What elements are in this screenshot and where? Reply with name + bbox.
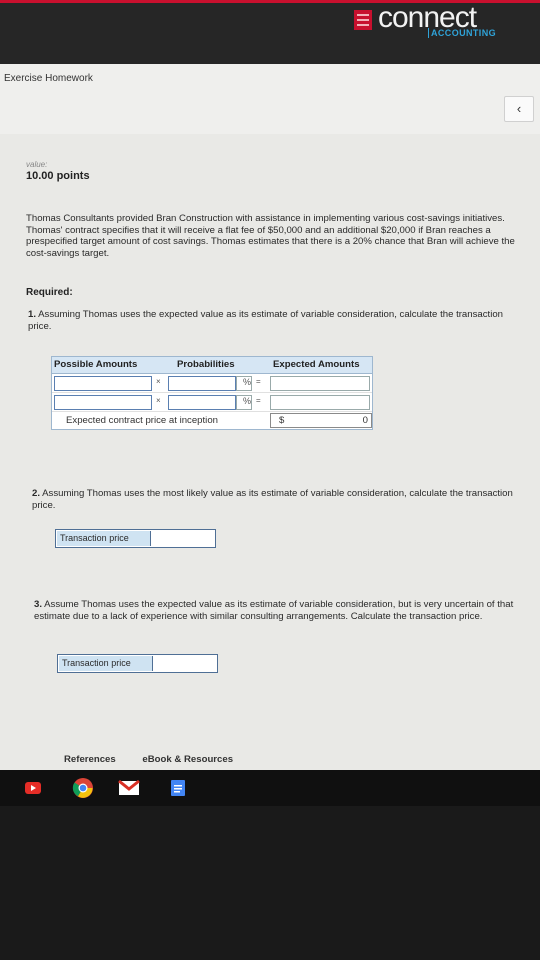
- chrome-icon[interactable]: [72, 777, 94, 799]
- gmail-icon[interactable]: [118, 779, 140, 797]
- youtube-icon[interactable]: [24, 779, 42, 797]
- transaction-price-row-2: Transaction price: [55, 529, 216, 548]
- problem-text: Thomas Consultants provided Bran Constru…: [26, 213, 515, 259]
- top-bar: connect ACCOUNTING: [0, 0, 540, 64]
- previous-question-button[interactable]: ‹: [504, 96, 534, 122]
- total-row: Expected contract price at inception $ 0: [52, 412, 372, 429]
- assignment-screen: Exercise Homework ‹ value: 10.00 points …: [0, 64, 540, 770]
- possible-amount-input[interactable]: [54, 395, 152, 410]
- exercise-header: Exercise Homework ‹: [0, 64, 540, 134]
- mcgraw-hill-icon: [354, 10, 372, 30]
- value-label: value:: [26, 160, 48, 169]
- chevron-left-icon: ‹: [516, 101, 522, 116]
- question-text: Assuming Thomas uses the most likely val…: [32, 488, 513, 511]
- expected-amount-field: [270, 395, 370, 410]
- table-row: × % =: [52, 393, 372, 412]
- monitor-bezel: [0, 806, 540, 960]
- transaction-price-input[interactable]: [153, 656, 215, 670]
- header-expected-amounts: Expected Amounts: [273, 359, 360, 370]
- question-3: 3. Assume Thomas uses the expected value…: [34, 599, 514, 622]
- question-2: 2. Assuming Thomas uses the most likely …: [32, 488, 522, 511]
- times-sign: ×: [156, 377, 161, 386]
- expected-value-table: Possible Amounts Probabilities Expected …: [51, 356, 373, 430]
- total-value: 0: [362, 415, 368, 426]
- transaction-price-label: Transaction price: [59, 656, 153, 671]
- page-title: Exercise Homework: [4, 73, 93, 84]
- points-value: 10.00 points: [26, 170, 90, 182]
- header-probabilities: Probabilities: [177, 359, 235, 370]
- question-number: 1.: [28, 309, 37, 320]
- question-text: Assume Thomas uses the expected value as…: [34, 599, 514, 622]
- logo-subtitle: ACCOUNTING: [428, 28, 496, 38]
- transaction-price-label: Transaction price: [57, 531, 151, 546]
- question-number: 3.: [34, 599, 43, 610]
- times-sign: ×: [156, 396, 161, 405]
- references-tab[interactable]: References: [64, 754, 116, 765]
- question-1: 1. Assuming Thomas uses the expected val…: [28, 309, 518, 332]
- table-header: Possible Amounts Probabilities Expected …: [52, 357, 372, 374]
- question-text: Assuming Thomas uses the expected value …: [28, 309, 503, 332]
- percent-sign: %: [236, 376, 252, 391]
- taskbar: [0, 770, 540, 806]
- probability-input[interactable]: [168, 376, 236, 391]
- table-row: × % =: [52, 374, 372, 393]
- ebook-resources-tab[interactable]: eBook & Resources: [142, 754, 233, 765]
- possible-amount-input[interactable]: [54, 376, 152, 391]
- resource-tabs: References eBook & Resources: [64, 754, 257, 765]
- total-label: Expected contract price at inception: [66, 415, 218, 426]
- header-possible-amounts: Possible Amounts: [54, 359, 138, 370]
- currency-sign: $: [279, 415, 285, 426]
- required-label: Required:: [26, 287, 73, 298]
- equals-sign: =: [256, 396, 261, 405]
- docs-icon[interactable]: [170, 779, 186, 797]
- expected-contract-price-field: $ 0: [270, 413, 372, 428]
- expected-amount-field: [270, 376, 370, 391]
- transaction-price-input[interactable]: [151, 531, 213, 545]
- question-number: 2.: [32, 488, 41, 499]
- equals-sign: =: [256, 377, 261, 386]
- probability-input[interactable]: [168, 395, 236, 410]
- transaction-price-row-3: Transaction price: [57, 654, 218, 673]
- percent-sign: %: [236, 395, 252, 410]
